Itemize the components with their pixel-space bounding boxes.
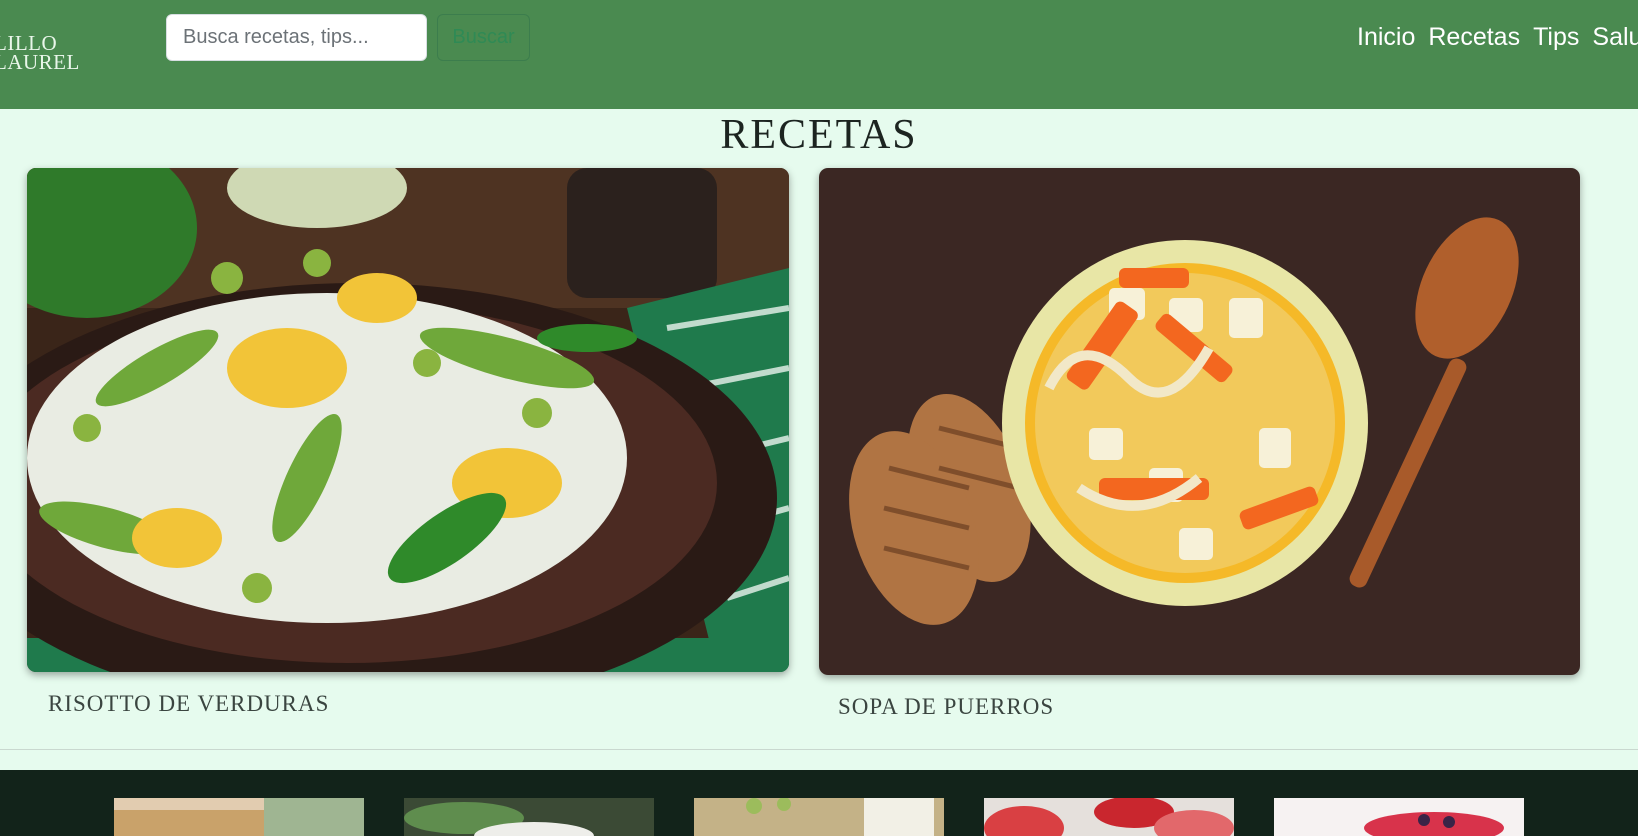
- brand-logo[interactable]: LILLO LAUREL: [0, 33, 80, 73]
- navbar: LILLO LAUREL Buscar Inicio Recetas Tips …: [0, 0, 1638, 109]
- risotto-photo[interactable]: [27, 168, 789, 672]
- page-title: RECETAS: [720, 112, 918, 158]
- nav-link-salud[interactable]: Salu: [1592, 21, 1638, 53]
- thumbnail-fruit[interactable]: [984, 798, 1234, 836]
- nav-link-inicio[interactable]: Inicio: [1357, 21, 1415, 53]
- search-button[interactable]: Buscar: [437, 14, 530, 61]
- nav-link-recetas[interactable]: Recetas: [1428, 21, 1520, 53]
- thumbnail-drink[interactable]: [694, 798, 944, 836]
- thumbnail-dessert[interactable]: [1274, 798, 1524, 836]
- nav-links: Inicio Recetas Tips Salu: [1357, 21, 1638, 53]
- soup-photo[interactable]: [819, 168, 1580, 675]
- divider: [0, 749, 1638, 750]
- footer-gallery: [0, 770, 1638, 836]
- recipe-title-risotto[interactable]: RISOTTO DE VERDURAS: [48, 691, 329, 717]
- thumbnail-bread[interactable]: [114, 798, 364, 836]
- nav-link-tips[interactable]: Tips: [1533, 21, 1579, 53]
- search-input[interactable]: [166, 14, 427, 61]
- thumbnail-salad[interactable]: [404, 798, 654, 836]
- recipe-title-sopa[interactable]: SOPA DE PUERROS: [838, 694, 1054, 720]
